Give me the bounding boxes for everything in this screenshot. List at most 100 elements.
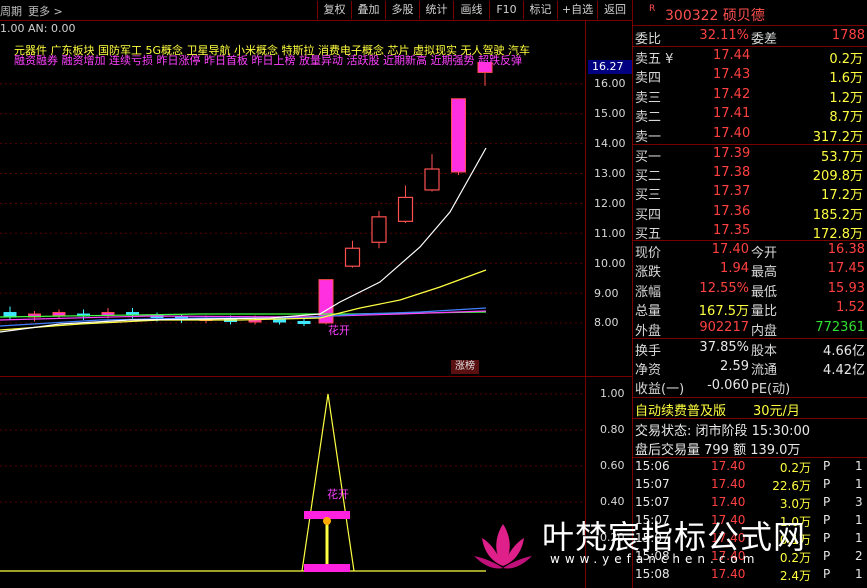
indicator-readout: 1.00 AN: 0.00 xyxy=(0,22,76,35)
multi-stock-button[interactable]: 多股 xyxy=(385,1,419,19)
quote-row: 总量 167.5万 量比 1.52 xyxy=(633,299,867,320)
ask-label: 卖二 xyxy=(635,110,662,126)
quote-value: 17.40 xyxy=(711,242,749,257)
promo-price: 30元/月 xyxy=(753,404,800,419)
quote-label-2: 最高 xyxy=(751,265,778,281)
quote-panel: R 300322 硕贝德 委比 32.11% 委差 1788 卖五 ¥ 17.44… xyxy=(633,0,867,588)
price-tick: 12.00 xyxy=(594,197,626,210)
wc-value: 1788 xyxy=(831,28,865,43)
quote-value-2: 15.93 xyxy=(827,280,865,296)
fund-value-2: 4.42亿 xyxy=(823,363,865,379)
quote-label-2: 量比 xyxy=(751,304,778,320)
wb-label: 委比 xyxy=(635,32,662,47)
ma-line xyxy=(0,147,487,333)
indicator-tick: 0.80 xyxy=(600,423,625,436)
bid-volume: 53.7万 xyxy=(821,150,863,165)
stock-name[interactable]: 300322 硕贝德 xyxy=(665,5,765,25)
bid-price: 17.35 xyxy=(713,222,751,238)
quote-value: 12.55% xyxy=(699,280,749,296)
bid-price: 17.38 xyxy=(713,165,751,181)
limit-up-badge[interactable]: 涨榜 xyxy=(451,360,479,374)
bid-row: 买一 17.39 53.7万 xyxy=(633,145,867,165)
fund-label: 净资 xyxy=(635,363,662,379)
watermark: 叶梵宸指标公式网 www.yefanchen.com xyxy=(470,512,860,588)
promo-text: 自动续费普及版 xyxy=(635,404,727,419)
candle xyxy=(371,210,387,249)
chart-toolbar: 周期 更多 > 复权 叠加 多股 统计 画线 F10 标记 +自选 返回 xyxy=(0,0,632,21)
price-tick: 11.00 xyxy=(594,227,626,240)
bid-price: 17.37 xyxy=(713,184,751,200)
tick-count: 1 xyxy=(855,459,863,473)
committee-row: 委比 32.11% 委差 1788 xyxy=(633,27,867,47)
fund-value: 37.85% xyxy=(699,340,749,355)
quote-label-2: 内盘 xyxy=(751,323,778,339)
signal-dot xyxy=(323,517,331,525)
bid-volume: 209.8万 xyxy=(812,169,863,185)
bid-volume: 172.8万 xyxy=(812,226,863,242)
signal-bar-bottom xyxy=(304,564,350,572)
ask-volume: 1.2万 xyxy=(829,90,863,106)
bid-price: 17.39 xyxy=(713,146,751,161)
ask-row: 卖二 17.41 8.7万 xyxy=(633,105,867,126)
margin-badge: R xyxy=(649,4,656,14)
ask-row: 卖四 17.43 1.6万 xyxy=(633,66,867,86)
ask-volume: 8.7万 xyxy=(829,110,863,126)
quote-row: 现价 17.40 今开 16.38 xyxy=(633,241,867,261)
wb-value: 32.11% xyxy=(699,28,749,43)
bid-label: 买一 xyxy=(635,150,662,165)
candle xyxy=(451,98,466,175)
fund-value: 2.59 xyxy=(720,359,749,375)
fund-label: 收益(一) xyxy=(635,382,685,398)
back-button[interactable]: 返回 xyxy=(597,1,632,19)
tick-row: 15:07 17.40 3.0万 P 3 xyxy=(633,494,867,512)
indicator-tick: 0.60 xyxy=(600,459,625,472)
candle xyxy=(52,309,66,319)
f10-button[interactable]: F10 xyxy=(489,1,523,19)
tick-count: 1 xyxy=(855,477,863,491)
price-tick: 13.00 xyxy=(594,167,626,180)
price-tick: 16.00 xyxy=(594,77,626,90)
quote-row: 外盘 902217 内盘 772361 xyxy=(633,319,867,339)
tick-time: 15:07 xyxy=(635,495,670,509)
period-menu[interactable]: 周期 xyxy=(0,3,22,19)
promo-row[interactable]: 自动续费普及版 30元/月 xyxy=(633,399,867,419)
quote-label: 涨幅 xyxy=(635,284,662,300)
quote-label: 外盘 xyxy=(635,323,662,339)
stock-header: R 300322 硕贝德 xyxy=(633,0,867,24)
tick-volume: 22.6万 xyxy=(772,479,811,493)
tick-row: 15:07 17.40 22.6万 P 1 xyxy=(633,476,867,494)
tick-time: 15:06 xyxy=(635,459,670,473)
candlestick-chart[interactable] xyxy=(0,62,585,362)
fund-value: -0.060 xyxy=(707,378,749,394)
quote-label: 涨跌 xyxy=(635,265,662,281)
ask-price: 17.41 xyxy=(713,106,751,122)
restore-rights-button[interactable]: 复权 xyxy=(317,1,351,19)
trade-status: 交易状态: 闭市阶段 15:30:00 xyxy=(635,424,811,439)
more-menu[interactable]: 更多 > xyxy=(28,3,63,19)
overlay-button[interactable]: 叠加 xyxy=(351,1,385,19)
bid-label: 买三 xyxy=(635,188,662,204)
ask-price: 17.44 xyxy=(713,48,751,63)
ask-row: 卖一 17.40 317.2万 xyxy=(633,125,867,145)
quote-label: 现价 xyxy=(635,246,662,261)
quote-value-2: 17.45 xyxy=(827,261,865,277)
price-tick: 15.00 xyxy=(594,107,626,120)
candle xyxy=(344,240,361,268)
pane-divider xyxy=(0,376,632,377)
ask-volume: 0.2万 xyxy=(829,52,863,67)
add-watchlist-button[interactable]: +自选 xyxy=(557,1,597,19)
candle xyxy=(297,318,311,326)
bid-price: 17.36 xyxy=(713,203,751,219)
mark-button[interactable]: 标记 xyxy=(523,1,557,19)
ask-label: 卖三 xyxy=(635,90,662,106)
ask-price: 17.43 xyxy=(713,67,751,83)
ask-row: 卖五 ¥ 17.44 0.2万 xyxy=(633,47,867,67)
bid-label: 买五 xyxy=(635,226,662,242)
bid-row: 买三 17.37 17.2万 xyxy=(633,183,867,204)
bid-label: 买四 xyxy=(635,207,662,223)
tick-volume: 3.0万 xyxy=(779,497,811,511)
lotus-logo-icon xyxy=(474,524,532,569)
fund-label-2: 股本 xyxy=(751,344,778,359)
draw-line-button[interactable]: 画线 xyxy=(453,1,489,19)
statistics-button[interactable]: 统计 xyxy=(419,1,453,19)
